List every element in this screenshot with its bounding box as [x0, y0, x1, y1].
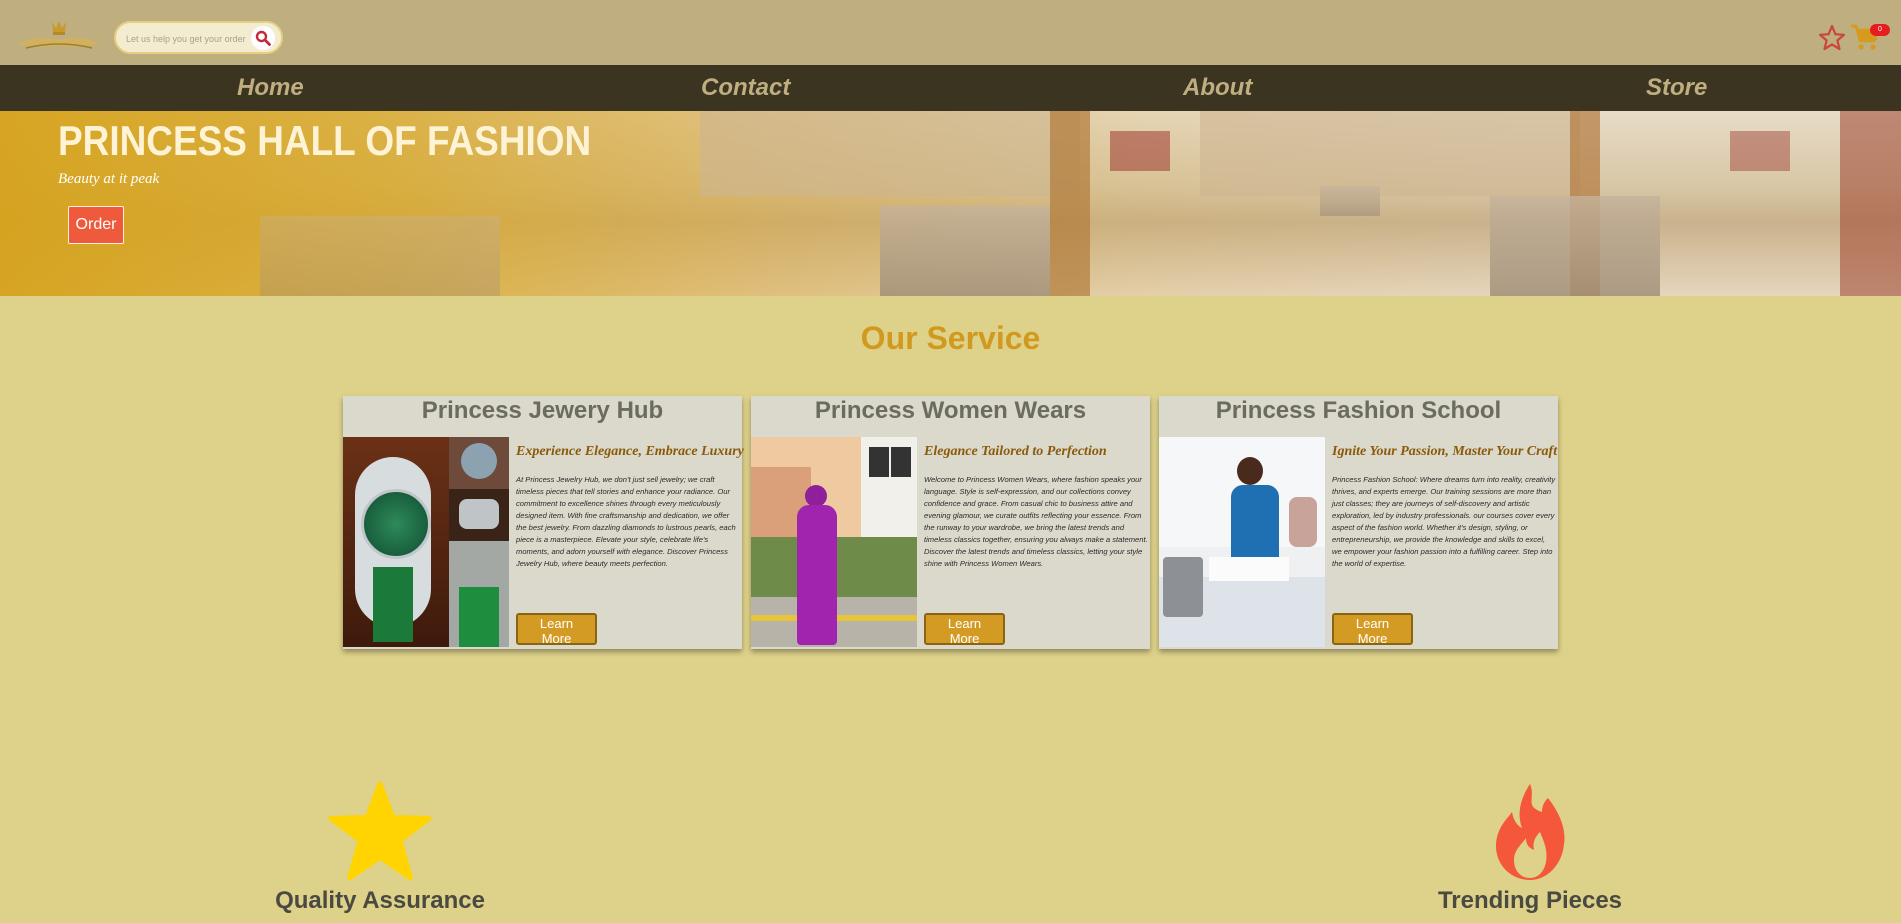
card-tagline: Experience Elegance, Embrace Luxury [516, 444, 744, 459]
section-title: Our Service [860, 320, 1041, 356]
student-sewing-image [1159, 437, 1325, 647]
learn-more-button[interactable]: Learn More [924, 613, 1005, 646]
card-description: Princess Fashion School: Where dreams tu… [1332, 475, 1556, 568]
learn-more-button[interactable]: Learn More [1332, 613, 1413, 646]
learn-more-button[interactable]: Learn More [516, 613, 597, 646]
card-title: Princess Jewery Hub [421, 397, 664, 424]
search-box [114, 21, 283, 54]
star-outline-icon [1818, 24, 1846, 51]
flame-icon [1496, 784, 1565, 880]
feature-trending-pieces: Trending Pieces [1404, 782, 1656, 915]
feature-quality-assurance: Quality Assurance [254, 781, 506, 915]
nav-store[interactable]: Store [1646, 74, 1707, 102]
nav-contact[interactable]: Contact [701, 74, 790, 102]
card-title: Princess Women Wears [814, 397, 1087, 424]
card-tagline: Ignite Your Passion, Master Your Craft [1332, 444, 1558, 459]
service-card-fashion-school: Princess Fashion School Ignite Your Pass… [1159, 396, 1558, 649]
cart-count-badge: 0 [1870, 24, 1890, 36]
top-bar: 0 [0, 0, 1901, 65]
order-button[interactable]: Order [68, 206, 124, 244]
nav-about[interactable]: About [1183, 74, 1252, 102]
model-image [751, 437, 917, 647]
card-tagline: Elegance Tailored to Perfection [924, 444, 1107, 459]
brand-logo[interactable] [16, 18, 102, 54]
search-button[interactable] [251, 26, 275, 50]
hero-subtitle: Beauty at it peak [58, 171, 160, 187]
hero-banner: PRINCESS HALL OF FASHION Beauty at it pe… [0, 111, 1901, 296]
search-icon [255, 30, 271, 46]
favorites-button[interactable] [1818, 24, 1846, 52]
feature-label: Quality Assurance [275, 887, 485, 914]
feature-label: Trending Pieces [1437, 887, 1623, 914]
star-icon [328, 781, 432, 881]
nav-home[interactable]: Home [237, 74, 304, 102]
main-nav: Home Contact About Store [0, 65, 1901, 111]
card-description: At Princess Jewelry Hub, we don't just s… [516, 475, 736, 568]
service-card-jewelry: Princess Jewery Hub Experience Elegance,… [343, 396, 744, 649]
search-input[interactable] [124, 29, 256, 49]
card-description: Welcome to Princess Women Wears, where f… [924, 475, 1148, 568]
watch-image [343, 437, 509, 647]
card-title: Princess Fashion School [1215, 397, 1502, 424]
hero-title: PRINCESS HALL OF FASHION [58, 117, 592, 164]
service-card-women-wears: Princess Women Wears Elegance Tailored t… [751, 396, 1150, 649]
